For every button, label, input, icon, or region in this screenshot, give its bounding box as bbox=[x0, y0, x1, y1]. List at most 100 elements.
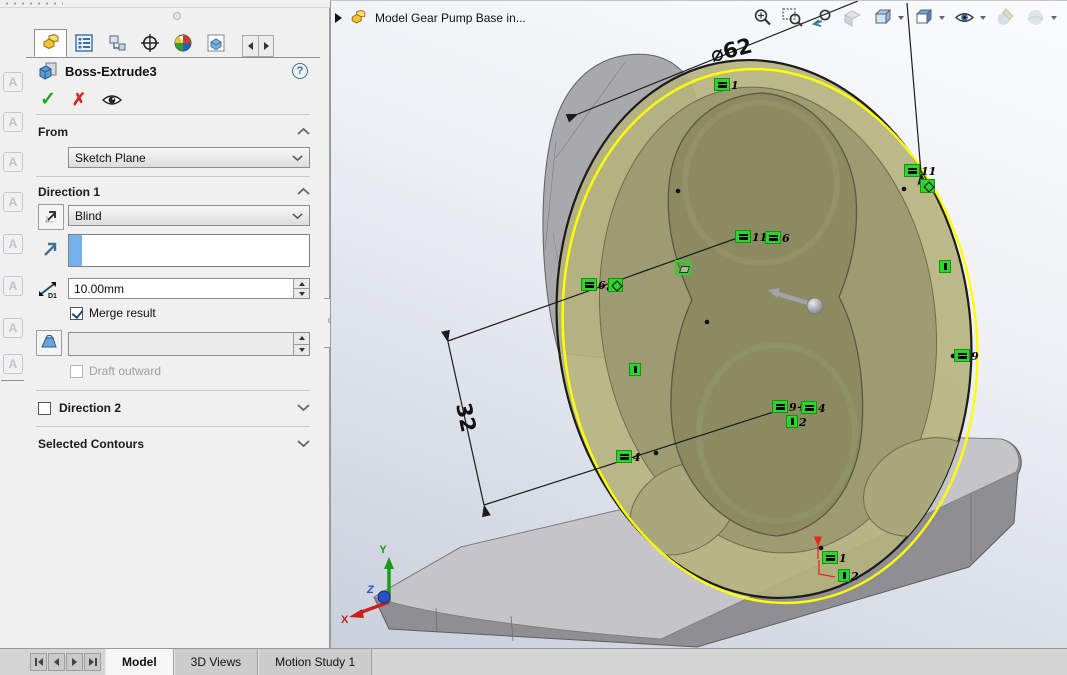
zoom-fit-button[interactable] bbox=[752, 7, 773, 28]
merge-result-checkbox[interactable] bbox=[70, 307, 83, 320]
depth-spinner[interactable] bbox=[293, 279, 309, 298]
bar-icon bbox=[95, 658, 97, 666]
section-from[interactable]: From bbox=[38, 124, 310, 140]
chevron-up-icon[interactable] bbox=[297, 123, 310, 141]
merge-result-row[interactable]: Merge result bbox=[70, 306, 156, 320]
draft-button[interactable] bbox=[36, 330, 62, 356]
direction-reference-selection[interactable] bbox=[68, 234, 310, 267]
relation-badge[interactable]: 2 bbox=[838, 569, 859, 582]
cancel-button[interactable]: ✗ bbox=[72, 90, 86, 110]
relation-badge[interactable]: 11 bbox=[904, 164, 936, 177]
breadcrumb[interactable]: Model Gear Pump Base in... bbox=[335, 9, 526, 27]
balloon-icon[interactable] bbox=[3, 234, 23, 254]
relation-badge[interactable] bbox=[939, 260, 952, 273]
tab-model[interactable]: Model bbox=[105, 649, 174, 675]
relation-badge[interactable]: 11 bbox=[735, 230, 767, 243]
reverse-direction-button[interactable] bbox=[38, 204, 64, 230]
depth-input[interactable]: 10.00mm bbox=[68, 278, 310, 299]
preview-eye-button[interactable] bbox=[102, 93, 122, 107]
tab-3d-views[interactable]: 3D Views bbox=[174, 649, 258, 675]
section-selected-contours[interactable]: Selected Contours bbox=[38, 436, 310, 452]
ok-button[interactable]: ✓ bbox=[40, 88, 56, 111]
merge-result-label: Merge result bbox=[89, 306, 156, 320]
model-scene[interactable]: ⌀62 32 Y X Z bbox=[331, 1, 1067, 649]
relation-badge[interactable]: 2 bbox=[786, 415, 807, 428]
note-icon[interactable] bbox=[3, 72, 23, 92]
section-direction2[interactable]: Direction 2 bbox=[38, 400, 310, 416]
zoom-area-button[interactable] bbox=[782, 7, 803, 28]
relation-count: 6 bbox=[598, 280, 606, 291]
relation-badge[interactable] bbox=[675, 260, 692, 275]
chevron-down-icon[interactable] bbox=[297, 435, 310, 453]
next-tab-button[interactable] bbox=[66, 653, 83, 671]
graphics-viewport[interactable]: ⌀62 32 Y X Z bbox=[330, 0, 1067, 648]
previous-tab-button[interactable] bbox=[48, 653, 65, 671]
relation-badge[interactable]: 4 bbox=[616, 450, 641, 463]
equal-relation-icon bbox=[581, 278, 597, 291]
help-button[interactable]: ? bbox=[292, 63, 308, 79]
tab-configuration-manager[interactable] bbox=[100, 29, 133, 57]
chevron-up-icon[interactable] bbox=[297, 183, 310, 201]
spin-up-icon bbox=[299, 282, 305, 286]
last-tab-button[interactable] bbox=[84, 653, 101, 671]
equal-relation-icon bbox=[822, 551, 838, 564]
depth-icon: D1 bbox=[36, 280, 62, 300]
view-orientation-button[interactable] bbox=[872, 7, 893, 28]
leader-note-icon[interactable] bbox=[3, 152, 23, 172]
relation-count: 2 bbox=[799, 417, 807, 428]
datum-icon[interactable] bbox=[3, 276, 23, 296]
tab-scroll-right-button[interactable] bbox=[258, 36, 273, 56]
from-plane-select[interactable]: Sketch Plane bbox=[68, 147, 310, 168]
chevron-down-icon bbox=[292, 151, 303, 165]
tab-dimxpert[interactable] bbox=[133, 29, 166, 57]
add-annotation-icon[interactable] bbox=[3, 192, 23, 212]
first-tab-button[interactable] bbox=[30, 653, 47, 671]
flyout-arrow-icon[interactable] bbox=[335, 13, 342, 23]
chevron-down-icon[interactable] bbox=[297, 399, 310, 417]
previous-view-button[interactable] bbox=[812, 7, 833, 28]
area-hatch-icon[interactable] bbox=[3, 318, 23, 338]
relation-badge[interactable] bbox=[920, 179, 936, 193]
drag-handle[interactable] bbox=[3, 2, 63, 5]
relation-badge[interactable]: 6 bbox=[581, 278, 606, 291]
tab-display-manager[interactable] bbox=[166, 29, 199, 57]
edit-annotation-icon[interactable] bbox=[3, 112, 23, 132]
chevron-down-icon[interactable] bbox=[898, 16, 904, 20]
hide-show-items-button[interactable] bbox=[954, 7, 975, 28]
bottom-tab-bar: Model 3D Views Motion Study 1 bbox=[0, 648, 1067, 675]
vertical-relation-icon bbox=[838, 569, 850, 582]
tab-scroll-left-button[interactable] bbox=[243, 36, 258, 56]
draft-icon bbox=[39, 334, 59, 352]
end-condition-value: Blind bbox=[75, 209, 102, 223]
direction2-checkbox[interactable] bbox=[38, 402, 51, 415]
tab-pane-manager[interactable] bbox=[199, 29, 232, 57]
feature-title-row: Boss-Extrude3 ? bbox=[38, 60, 308, 82]
direction-reference-icon bbox=[42, 240, 60, 258]
relation-badge[interactable]: 9 bbox=[954, 349, 979, 362]
linear-dim-text[interactable]: 32 bbox=[451, 401, 481, 435]
display-style-button[interactable] bbox=[913, 7, 934, 28]
chain-icon[interactable] bbox=[3, 354, 23, 374]
panel-grip[interactable] bbox=[173, 12, 181, 20]
chevron-down-icon[interactable] bbox=[980, 16, 986, 20]
relation-badge[interactable] bbox=[608, 278, 624, 292]
relation-badge[interactable] bbox=[629, 363, 642, 376]
chevron-down-icon[interactable] bbox=[939, 16, 945, 20]
relation-badge[interactable]: 6 bbox=[765, 231, 790, 244]
tab-feature-manager[interactable] bbox=[34, 29, 67, 57]
chevron-down-icon[interactable] bbox=[1051, 16, 1057, 20]
relation-count: 4 bbox=[633, 452, 641, 463]
relation-badge[interactable]: 1 bbox=[714, 78, 739, 91]
left-arrow-icon bbox=[248, 42, 253, 50]
tab-property-manager[interactable] bbox=[67, 29, 100, 57]
divider bbox=[36, 390, 310, 391]
from-plane-value: Sketch Plane bbox=[75, 151, 146, 165]
section-direction1[interactable]: Direction 1 bbox=[38, 184, 310, 200]
end-condition-select[interactable]: Blind bbox=[68, 205, 310, 226]
draft-outward-label: Draft outward bbox=[89, 364, 161, 378]
chevron-down-icon bbox=[292, 209, 303, 223]
relation-badge[interactable]: 1 bbox=[822, 551, 847, 564]
coincident-relation-icon bbox=[608, 278, 623, 292]
relation-badge[interactable]: 4 bbox=[801, 401, 826, 414]
tab-motion-study[interactable]: Motion Study 1 bbox=[258, 649, 372, 675]
